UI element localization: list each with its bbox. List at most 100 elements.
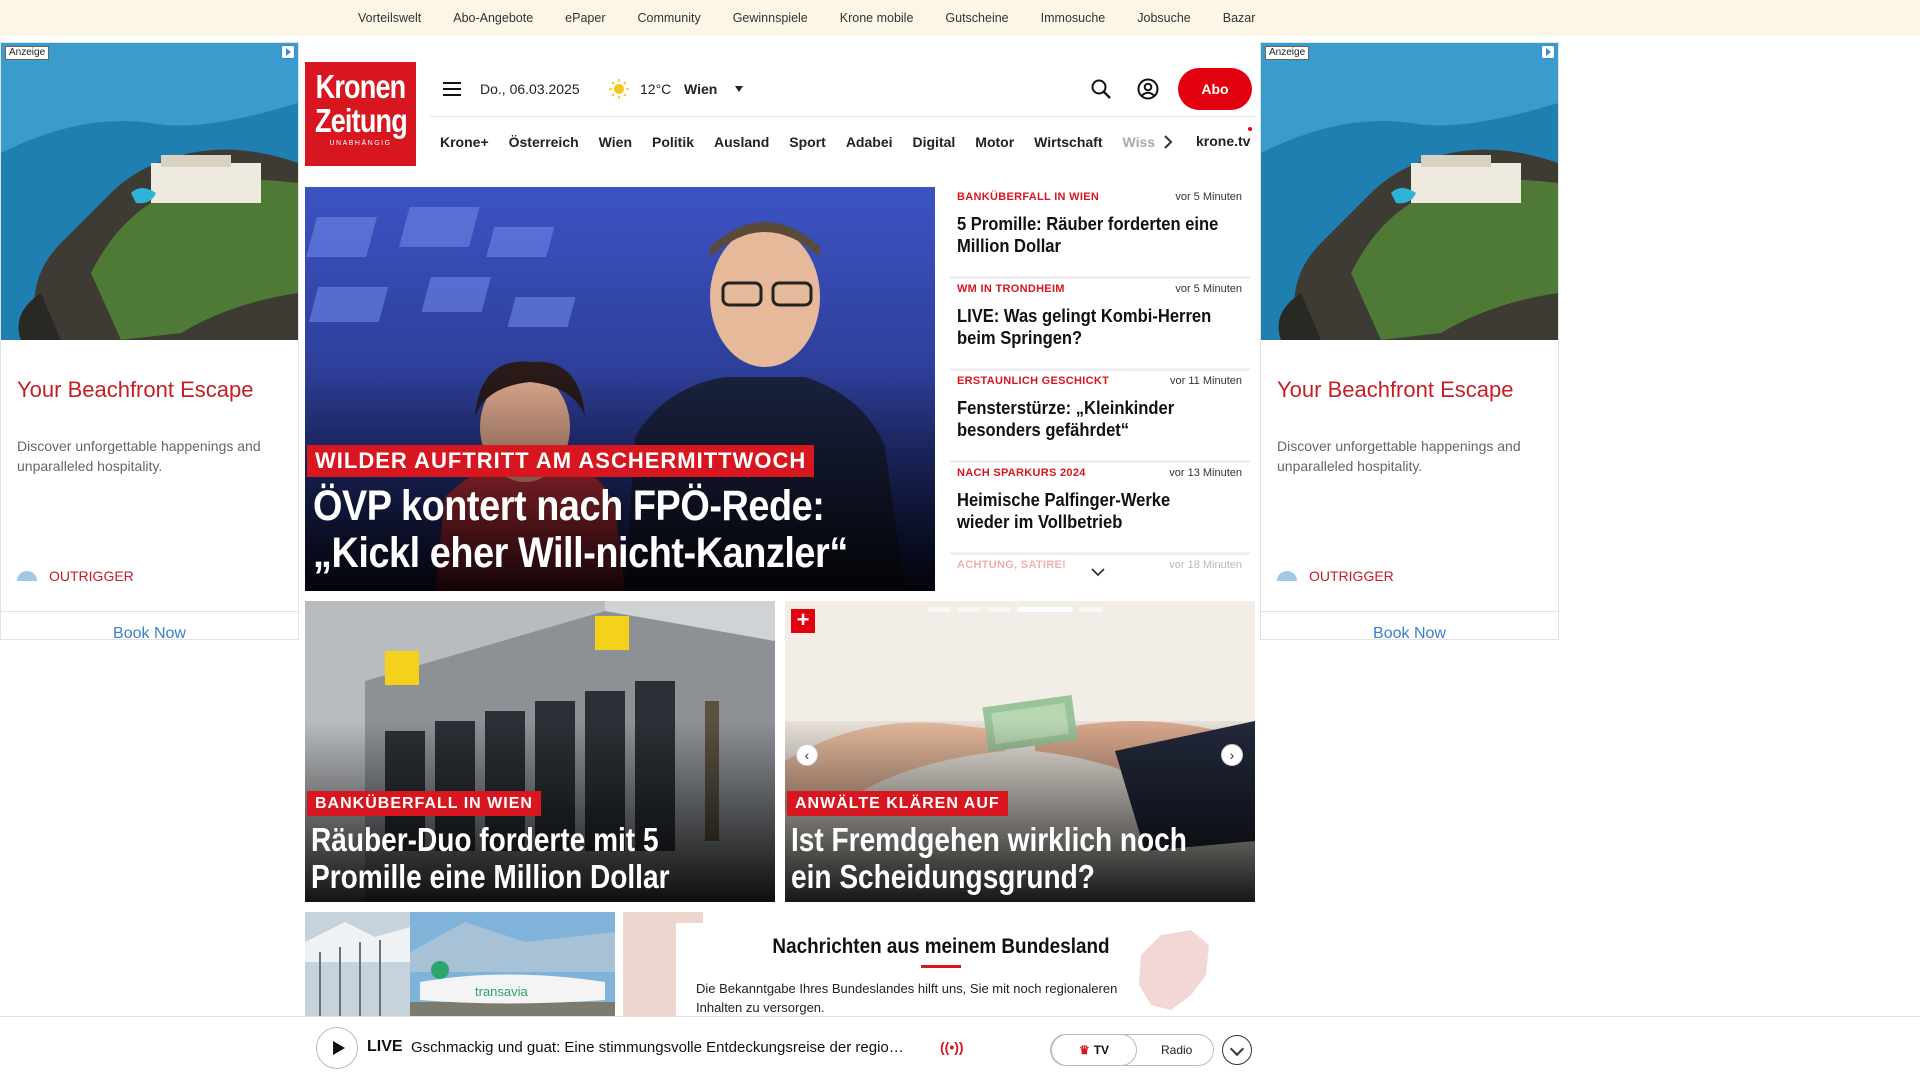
weather-temperature: 12°C: [640, 81, 672, 97]
nav-item-wirtschaft[interactable]: Wirtschaft: [1034, 134, 1102, 150]
nav-item-ausland[interactable]: Ausland: [714, 134, 769, 150]
teaser-title[interactable]: Räuber-Duo forderte mit 5 Promille eine …: [311, 821, 719, 895]
nav-item-adabei[interactable]: Adabei: [846, 134, 893, 150]
ad-image[interactable]: [1261, 43, 1558, 340]
ad-brand[interactable]: OUTRIGGER: [1277, 568, 1394, 584]
live-program-title[interactable]: Gschmackig und guat: Eine stimmungsvolle…: [411, 1039, 931, 1056]
news-list-item[interactable]: ERSTAUNLICH GESCHICKT vor 11 Minuten Fen…: [950, 371, 1250, 463]
ad-brand[interactable]: OUTRIGGER: [17, 568, 134, 584]
nav-item-wien[interactable]: Wien: [599, 134, 632, 150]
play-icon[interactable]: [316, 1027, 358, 1069]
utility-link-immosuche[interactable]: Immosuche: [1025, 11, 1122, 25]
bundesland-title: Nachrichten aus meinem Bundesland: [772, 935, 1110, 958]
adchoices-icon[interactable]: [1541, 45, 1555, 59]
teaser-article[interactable]: BANKÜBERFALL IN WIEN Räuber-Duo forderte…: [305, 601, 775, 902]
nav-item-politik[interactable]: Politik: [652, 134, 694, 150]
media-toggle[interactable]: ♛ TV Radio: [1050, 1034, 1214, 1066]
krone-plus-badge: +: [791, 609, 815, 633]
news-list-item[interactable]: WM IN TRONDHEIM vor 5 Minuten LIVE: Was …: [950, 279, 1250, 371]
teaser-title[interactable]: Ist Fremdgehen wirklich noch ein Scheidu…: [791, 821, 1199, 895]
chevron-right-icon[interactable]: [1162, 134, 1174, 150]
current-date: Do., 06.03.2025: [480, 81, 580, 97]
hero-title[interactable]: ÖVP kontert nach FPÖ-Rede: „Kickl eher W…: [313, 483, 859, 577]
hero-kicker[interactable]: WILDER AUFTRITT AM ASCHERMITTWOCH: [307, 445, 815, 477]
news-time: vor 18 Minuten: [1169, 559, 1242, 571]
teaser-kicker[interactable]: ANWÄLTE KLÄREN AUF: [787, 791, 1008, 816]
utility-links: Vorteilswelt Abo-Angebote ePaper Communi…: [342, 0, 1271, 36]
nav-item-sport[interactable]: Sport: [789, 134, 826, 150]
abo-button[interactable]: Abo: [1178, 68, 1252, 110]
logo-line-2: Zeitung: [314, 102, 408, 139]
utility-link-epaper[interactable]: ePaper: [549, 11, 621, 25]
user-icon[interactable]: [1137, 78, 1159, 100]
ad-headline[interactable]: Your Beachfront Escape: [17, 377, 253, 403]
site-logo[interactable]: Kronen Zeitung UNABHÄNGIG: [305, 62, 416, 166]
news-headline[interactable]: LIVE: Was gelingt Kombi-Herren beim Spri…: [957, 305, 1224, 349]
weather-city-select[interactable]: Wien: [684, 81, 717, 97]
outrigger-logo-icon: [1277, 571, 1297, 581]
nav-item-wissen[interactable]: Wiss: [1123, 134, 1156, 150]
news-headline[interactable]: 5 Promille: Räuber forderten eine Millio…: [957, 213, 1224, 257]
news-headline[interactable]: Heimische Palfinger-Werke wieder im Voll…: [957, 489, 1224, 533]
utility-link-krone-mobile[interactable]: Krone mobile: [824, 11, 930, 25]
nav-item-digital[interactable]: Digital: [913, 134, 956, 150]
teaser-article[interactable]: + ‹ › ANWÄLTE KLÄREN AUF Ist Fremdgehen …: [785, 601, 1255, 902]
carousel-indicators[interactable]: [927, 607, 1103, 612]
ad-divider: [1261, 611, 1558, 612]
ad-book-now-button[interactable]: Book Now: [1, 625, 298, 643]
top-utility-bar: Vorteilswelt Abo-Angebote ePaper Communi…: [0, 0, 1920, 36]
news-kicker: WM IN TRONDHEIM: [957, 283, 1065, 295]
ad-label: Anzeige: [5, 46, 50, 60]
ad-divider: [1, 611, 298, 612]
main-navigation: Krone+ Österreich Wien Politik Ausland S…: [430, 116, 1256, 166]
tv-tab[interactable]: ♛ TV: [1051, 1034, 1137, 1066]
chevron-right-icon[interactable]: ›: [1221, 744, 1243, 766]
ad-brand-label: OUTRIGGER: [49, 568, 134, 584]
news-kicker: ERSTAUNLICH GESCHICKT: [957, 375, 1110, 387]
ad-image[interactable]: [1, 43, 298, 340]
radio-tab[interactable]: Radio: [1161, 1035, 1192, 1065]
nav-item-oesterreich[interactable]: Österreich: [509, 134, 579, 150]
title-underline: [921, 965, 961, 968]
expand-chevron-icon[interactable]: [1222, 1035, 1252, 1065]
news-time: vor 13 Minuten: [1169, 467, 1242, 479]
ad-description: Discover unforgettable happenings and un…: [1277, 438, 1521, 474]
broadcast-icon: ((•)): [940, 1039, 964, 1055]
ad-label: Anzeige: [1265, 46, 1310, 60]
live-player-bar: LIVE Gschmackig und guat: Eine stimmungs…: [0, 1016, 1920, 1080]
live-label: LIVE: [367, 1038, 403, 1055]
news-time: vor 5 Minuten: [1175, 283, 1242, 295]
utility-link-community[interactable]: Community: [621, 11, 716, 25]
bundesland-text: Die Bekanntgabe Ihres Bundeslandes hilft…: [696, 981, 1118, 1015]
news-headline[interactable]: Fensterstürze: „Kleinkinder besonders ge…: [957, 397, 1224, 441]
latest-news-list: BANKÜBERFALL IN WIEN vor 5 Minuten 5 Pro…: [950, 187, 1250, 577]
news-list-item[interactable]: NACH SPARKURS 2024 vor 13 Minuten Heimis…: [950, 463, 1250, 555]
ad-headline[interactable]: Your Beachfront Escape: [1277, 377, 1513, 403]
adchoices-icon[interactable]: [281, 45, 295, 59]
chevron-down-icon[interactable]: [735, 86, 743, 92]
nav-item-motor[interactable]: Motor: [975, 134, 1014, 150]
logo-tagline: UNABHÄNGIG: [329, 140, 392, 147]
hero-article[interactable]: WILDER AUFTRITT AM ASCHERMITTWOCH ÖVP ko…: [305, 187, 935, 591]
utility-link-jobsuche[interactable]: Jobsuche: [1121, 11, 1207, 25]
nav-item-krone-tv[interactable]: krone.tv: [1196, 133, 1250, 149]
chevron-left-icon[interactable]: ‹: [796, 744, 818, 766]
search-icon[interactable]: [1090, 78, 1112, 100]
utility-link-vorteilswelt[interactable]: Vorteilswelt: [342, 11, 437, 25]
utility-link-abo-angebote[interactable]: Abo-Angebote: [437, 11, 549, 25]
news-time: vor 5 Minuten: [1175, 191, 1242, 203]
ad-right[interactable]: Anzeige Your Beachfront Escape Discover …: [1260, 42, 1559, 643]
hamburger-icon[interactable]: [443, 82, 461, 96]
news-kicker: ACHTUNG, SATIRE!: [957, 559, 1067, 571]
ad-left[interactable]: Anzeige Your Beachfront Escape Discover …: [0, 42, 299, 643]
nav-items: Krone+ Österreich Wien Politik Ausland S…: [440, 117, 1175, 167]
ad-book-now-button[interactable]: Book Now: [1261, 625, 1558, 643]
utility-link-gutscheine[interactable]: Gutscheine: [929, 11, 1024, 25]
utility-link-bazar[interactable]: Bazar: [1207, 11, 1272, 25]
teaser-kicker[interactable]: BANKÜBERFALL IN WIEN: [307, 791, 541, 816]
news-list-item[interactable]: BANKÜBERFALL IN WIEN vor 5 Minuten 5 Pro…: [950, 187, 1250, 279]
ad-description: Discover unforgettable happenings and un…: [17, 438, 261, 474]
chevron-down-icon[interactable]: [1090, 566, 1106, 578]
nav-item-krone-plus[interactable]: Krone+: [440, 134, 489, 150]
utility-link-gewinnspiele[interactable]: Gewinnspiele: [717, 11, 824, 25]
